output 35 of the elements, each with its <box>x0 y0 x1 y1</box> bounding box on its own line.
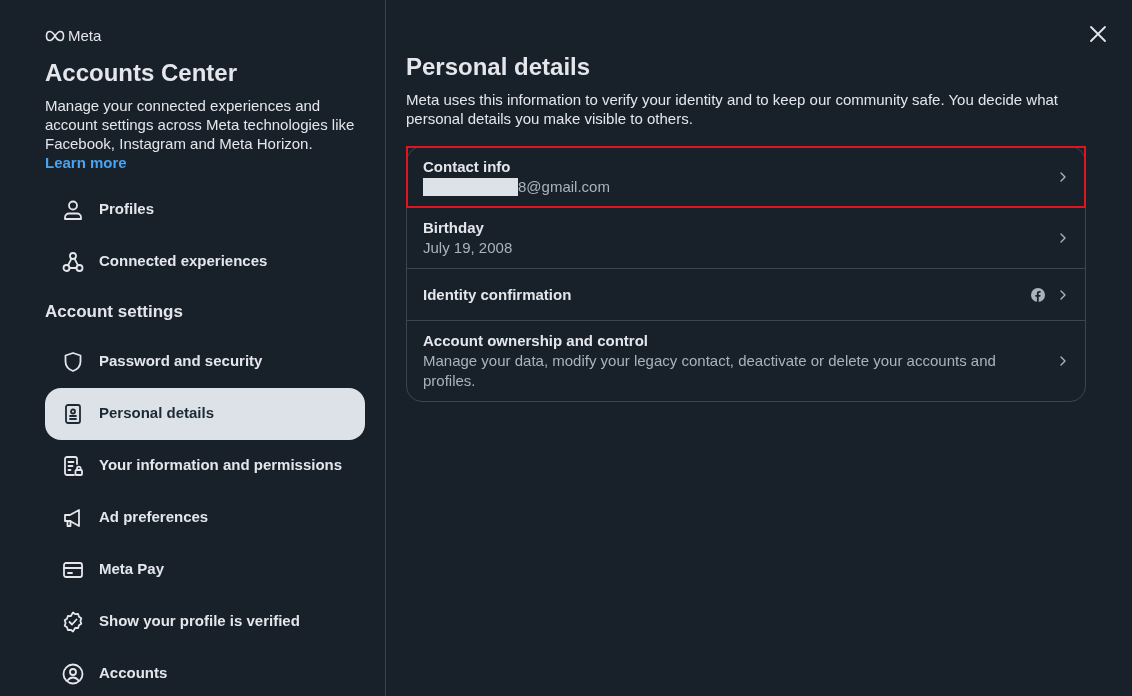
detail-row[interactable]: Birthday July 19, 2008 <box>407 207 1085 268</box>
section-heading: Account settings <box>45 300 184 323</box>
row-value: July 19, 2008 <box>423 238 513 258</box>
infinity-logo-icon <box>45 30 65 43</box>
row-title: Birthday <box>423 218 485 238</box>
close-button[interactable] <box>1088 24 1108 44</box>
brand-name: Meta <box>68 26 102 46</box>
nav-item[interactable]: Profiles <box>45 183 365 236</box>
verified-badge-icon <box>61 609 85 634</box>
detail-row[interactable]: Contact info 8@gmail.com <box>407 147 1085 207</box>
facebook-icon <box>1031 287 1045 302</box>
close-icon <box>1088 24 1108 44</box>
section-description: Meta uses this information to verify your identity and to keep our community safe. You decide what personal details you make visible to others. <box>406 90 1060 128</box>
learn-more-link[interactable]: Learn more <box>45 152 365 172</box>
document-lock-icon <box>61 453 85 478</box>
section-title: Personal details <box>406 52 592 82</box>
description: Manage your connected experiences and account settings across Meta technologies like Facebook, Instagram and Meta Horizon. <box>45 95 356 153</box>
nav-item[interactable]: Show your profile is verified <box>45 595 365 648</box>
nav-item[interactable]: Ad preferences <box>45 491 365 544</box>
row-title: Account ownership and control <box>423 331 649 351</box>
row-title: Identity confirmation <box>423 284 573 305</box>
page-title: Accounts Center <box>45 57 239 88</box>
detail-row[interactable]: Identity confirmation <box>407 268 1085 320</box>
row-value: 8@gmail.com <box>518 177 610 197</box>
nav-item[interactable]: Accounts <box>45 647 365 696</box>
detail-row[interactable]: Account ownership and control Manage your data, modify your legacy contact, deactivate or delete your accounts and profiles. <box>407 320 1085 401</box>
account-circle-icon <box>61 661 85 686</box>
nav-item[interactable]: Password and security <box>45 335 365 388</box>
nav-item[interactable]: Meta Pay <box>45 543 365 596</box>
nav-item[interactable]: Personal details <box>45 387 365 440</box>
nav-item[interactable]: Connected experiences <box>45 235 365 288</box>
network-icon <box>61 249 85 274</box>
row-value: Manage your data, modify your legacy contact, deactivate or delete your accounts and profiles. <box>423 351 997 391</box>
nav-item[interactable]: Your information and permissions <box>45 439 365 492</box>
row-title: Contact info <box>423 157 512 177</box>
